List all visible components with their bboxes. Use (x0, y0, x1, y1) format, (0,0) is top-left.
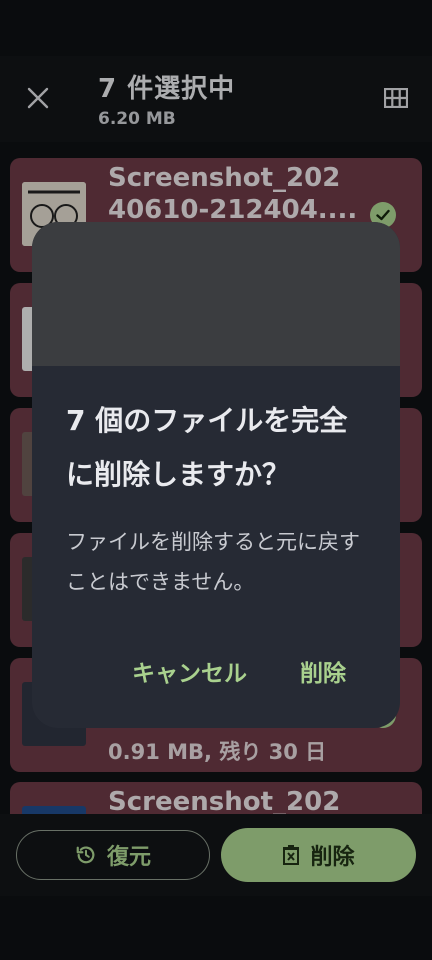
confirm-delete-button[interactable]: 削除 (300, 654, 346, 688)
dialog-actions: キャンセル 削除 (32, 654, 400, 698)
dialog-header-area (32, 222, 400, 366)
cancel-button[interactable]: キャンセル (132, 654, 247, 688)
dialog-title: 7 個のファイルを完全に削除しますか？ (66, 404, 348, 491)
dialog-message: ファイルを削除すると元に戻すことはできません。 (66, 530, 360, 594)
delete-confirmation-dialog: 7 個のファイルを完全に削除しますか？ ファイルを削除すると元に戻すことはできま… (32, 222, 400, 728)
